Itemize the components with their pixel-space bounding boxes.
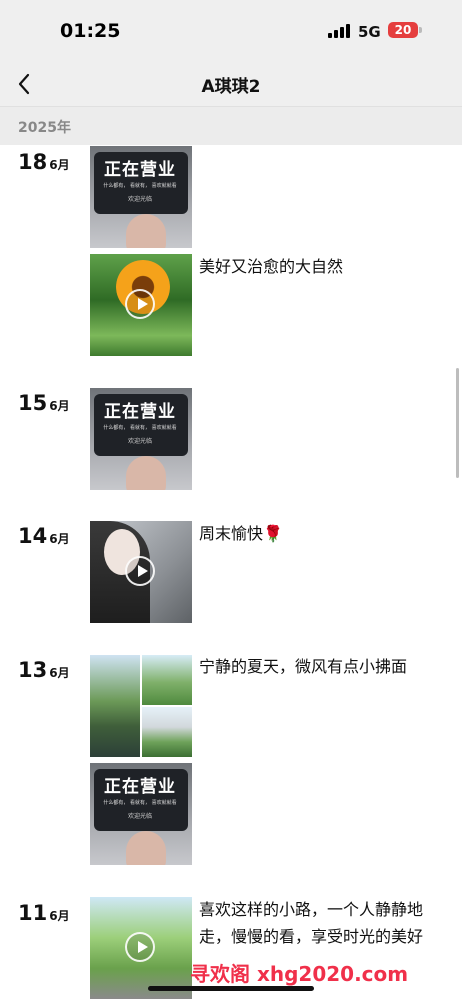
collage-photo bbox=[142, 655, 192, 705]
signal-icon bbox=[328, 24, 352, 38]
hand-image bbox=[126, 214, 166, 248]
play-icon bbox=[125, 932, 155, 962]
entry-date: 14 6月 bbox=[18, 524, 70, 548]
ad-line: 什么都有， 看就有， 喜欢就就看 bbox=[103, 425, 177, 431]
year-header: 2025年 bbox=[0, 106, 462, 145]
status-bar: 01:25 5G 20 bbox=[0, 0, 462, 62]
post-caption[interactable]: 周末愉快🌹 bbox=[199, 520, 424, 547]
ad-thumbnail[interactable]: 正在营业 什么都有， 看就有， 喜欢就就看 欢迎光临 bbox=[90, 146, 192, 248]
ad-title: 正在营业 bbox=[104, 160, 176, 180]
post-caption[interactable]: 宁静的夏天，微风有点小拂面 bbox=[199, 653, 424, 680]
ad-line: 欢迎光临 bbox=[127, 813, 152, 820]
watermark: 寻欢阁 xhg2020.com bbox=[190, 962, 409, 986]
collage-photo bbox=[90, 655, 140, 757]
entry-day: 18 bbox=[18, 150, 48, 174]
entry-day: 11 bbox=[18, 901, 48, 925]
collage-photo bbox=[142, 707, 192, 757]
entry-date: 18 6月 bbox=[18, 150, 70, 174]
ad-thumbnail[interactable]: 正在营业 什么都有， 看就有， 喜欢就就看 欢迎光临 bbox=[90, 763, 192, 865]
nav-bar: A琪琪2 bbox=[0, 62, 462, 106]
home-indicator bbox=[148, 986, 314, 991]
battery-cap bbox=[419, 27, 422, 33]
scroll-indicator[interactable] bbox=[456, 368, 459, 478]
video-thumbnail-flower[interactable] bbox=[90, 254, 192, 356]
entry-month: 6月 bbox=[49, 909, 70, 923]
entry-date: 13 6月 bbox=[18, 658, 70, 682]
entry-date: 11 6月 bbox=[18, 901, 70, 925]
entry-date: 15 6月 bbox=[18, 391, 70, 415]
play-icon bbox=[125, 289, 155, 319]
battery-icon: 20 bbox=[388, 22, 418, 38]
ad-line: 什么都有， 看就有， 喜欢就就看 bbox=[103, 183, 177, 189]
ad-line: 欢迎光临 bbox=[127, 438, 152, 445]
entry-month: 6月 bbox=[49, 399, 70, 413]
video-thumbnail-portrait[interactable] bbox=[90, 521, 192, 623]
entry-day: 14 bbox=[18, 524, 48, 548]
entry-month: 6月 bbox=[49, 532, 70, 546]
ad-line: 欢迎光临 bbox=[127, 196, 152, 203]
entry-day: 15 bbox=[18, 391, 48, 415]
photo-collage[interactable] bbox=[90, 655, 192, 757]
page-title: A琪琪2 bbox=[201, 77, 261, 97]
network-label: 5G bbox=[358, 23, 381, 41]
video-thumbnail-road[interactable] bbox=[90, 897, 192, 999]
entry-month: 6月 bbox=[49, 666, 70, 680]
ad-title: 正在营业 bbox=[104, 777, 176, 797]
play-icon bbox=[125, 556, 155, 586]
year-label: 2025年 bbox=[18, 120, 71, 136]
ad-thumbnail[interactable]: 正在营业 什么都有， 看就有， 喜欢就就看 欢迎光临 bbox=[90, 388, 192, 490]
ad-line: 什么都有， 看就有， 喜欢就就看 bbox=[103, 800, 177, 806]
post-caption[interactable]: 美好又治愈的大自然 bbox=[199, 253, 424, 280]
status-time: 01:25 bbox=[60, 20, 121, 42]
entry-day: 13 bbox=[18, 658, 48, 682]
hand-image bbox=[126, 456, 166, 490]
entry-month: 6月 bbox=[49, 158, 70, 172]
ad-title: 正在营业 bbox=[104, 402, 176, 422]
hand-image bbox=[126, 831, 166, 865]
